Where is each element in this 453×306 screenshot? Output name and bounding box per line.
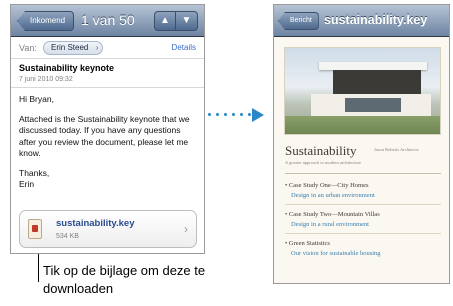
up-arrow-icon: ▲: [160, 15, 170, 26]
case-heading: • Case Study One—City Homes: [285, 182, 369, 189]
chevron-right-icon: ›: [184, 222, 188, 236]
attachment-size: 534 KB: [56, 233, 79, 240]
message-body: Hi Bryan, Attached is the Sustainability…: [11, 88, 204, 197]
preview-title: sustainability.key: [324, 13, 428, 27]
callout-line: [38, 254, 39, 282]
from-label: Van:: [19, 43, 37, 53]
mail-message-screen: Inkomend 1 van 50 ▲ ▼ Van: Erin Steed › …: [10, 4, 205, 254]
attachment-preview-screen: Bericht sustainability.key Sustainabilit…: [273, 4, 450, 284]
list-item: • Case Study One—City Homes Design in an…: [285, 181, 375, 201]
case-heading: • Green Statistics: [285, 240, 330, 247]
flow-arrow: [208, 108, 266, 122]
body-paragraph: Attached is the Sustainability keynote t…: [19, 113, 190, 159]
attachment-name: sustainability.key: [56, 218, 135, 229]
from-row: Van: Erin Steed › Details: [11, 37, 204, 59]
previous-message-button[interactable]: ▲: [154, 11, 176, 31]
mail-nav-bar: Inkomend 1 van 50 ▲ ▼: [11, 5, 204, 37]
sender-chip[interactable]: Erin Steed ›: [43, 41, 104, 55]
divider: [285, 204, 441, 205]
document-title: Sustainability: [285, 143, 357, 158]
house-photo: [284, 47, 441, 135]
message-navigation: ▲ ▼: [154, 11, 198, 31]
signature: Erin: [19, 179, 35, 189]
callout-caption: Tik op de bijlage om deze te downloaden: [43, 263, 206, 296]
attachment-button[interactable]: sustainability.key 534 KB ›: [19, 210, 197, 248]
case-description: Design in an urban environment: [291, 192, 375, 199]
chevron-right-icon: ›: [95, 43, 99, 52]
divider: [285, 173, 441, 174]
divider: [285, 233, 441, 234]
document-subtitle: A greater approach to modern architectur…: [285, 160, 362, 165]
details-link[interactable]: Details: [172, 43, 196, 52]
case-heading: • Case Study Two—Mountain Villas: [285, 211, 380, 218]
message-back-button[interactable]: Bericht: [278, 12, 319, 30]
list-item: • Green Statistics Our vision for sustai…: [285, 239, 381, 259]
inbox-back-button[interactable]: Inkomend: [17, 11, 75, 31]
subject-block: Sustainability keynote 7 juni 2010 09:32: [11, 59, 204, 88]
next-message-button[interactable]: ▼: [176, 11, 198, 31]
case-description: Our vision for sustainable housing: [291, 250, 381, 257]
greeting: Hi Bryan,: [19, 94, 54, 104]
down-arrow-icon: ▼: [181, 15, 192, 26]
list-item: • Case Study Two—Mountain Villas Design …: [285, 210, 380, 230]
sender-name: Erin Steed: [51, 43, 89, 52]
message-subject: Sustainability keynote: [19, 63, 115, 73]
arrow-right-icon: [252, 108, 264, 122]
dotted-line: [208, 113, 251, 116]
document-author: Jason Roberts Architects: [374, 147, 419, 152]
message-counter: 1 van 50: [81, 12, 135, 28]
signoff: Thanks,: [19, 167, 50, 178]
preview-nav-bar: Bericht sustainability.key: [274, 5, 449, 37]
case-description: Design in a rural environment: [291, 221, 369, 228]
keynote-file-icon: [28, 219, 42, 239]
message-date: 7 juni 2010 09:32: [19, 76, 73, 83]
